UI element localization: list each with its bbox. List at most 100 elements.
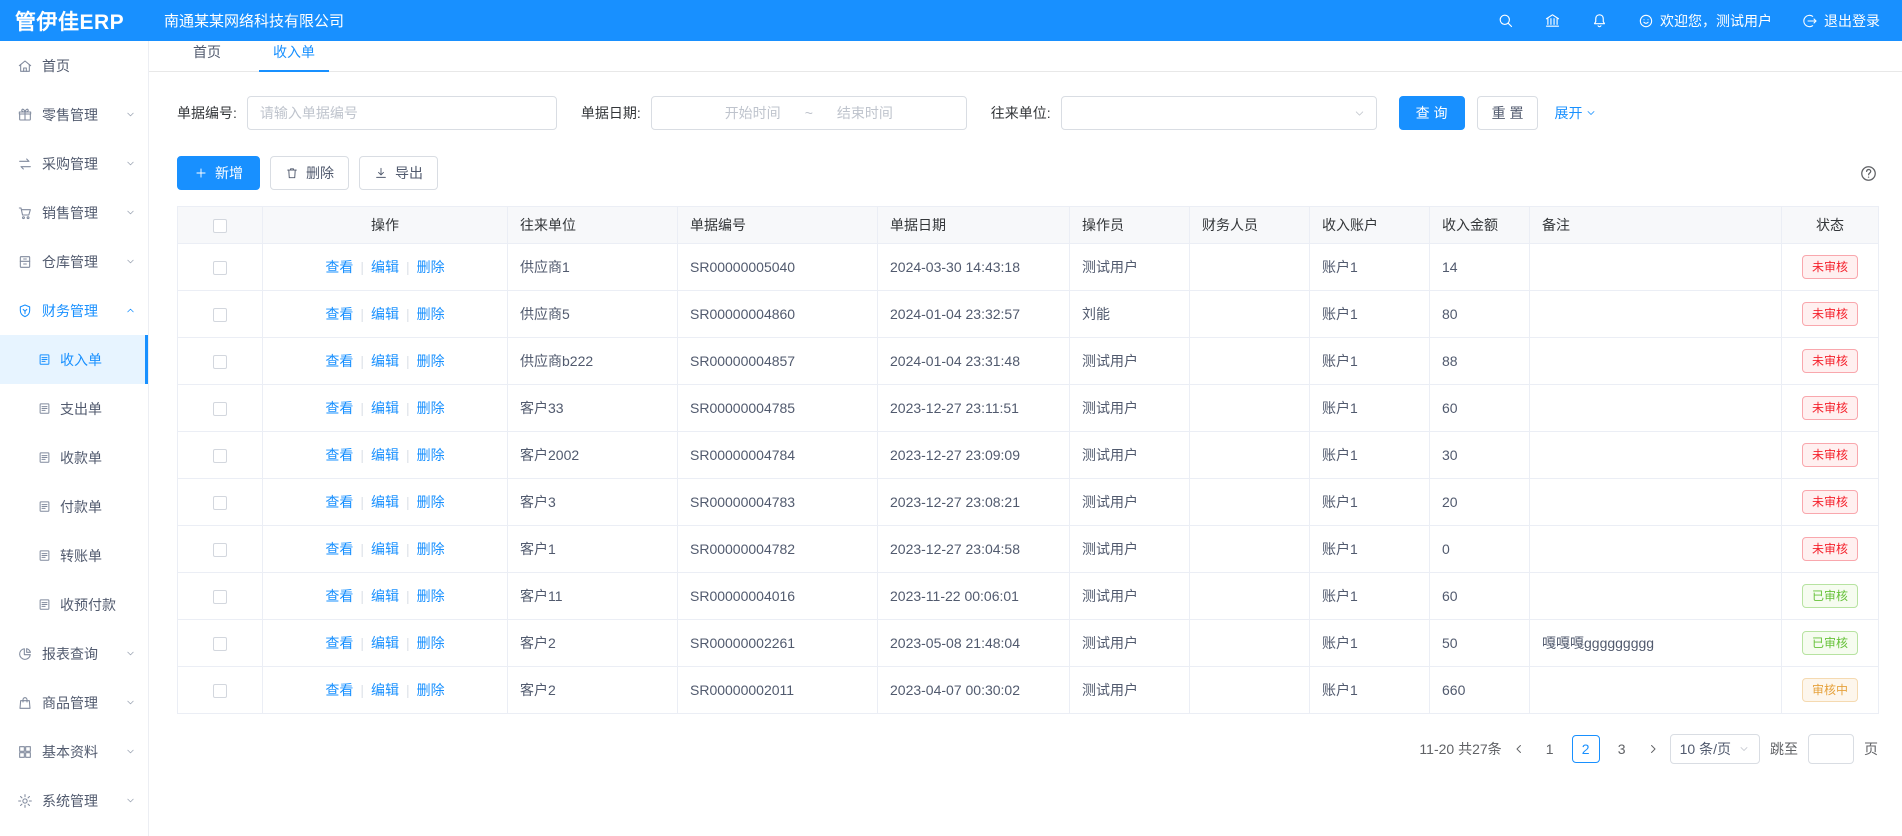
edit-link[interactable]: 编辑 bbox=[371, 259, 399, 275]
partner-select[interactable] bbox=[1061, 96, 1377, 130]
select-all-checkbox[interactable] bbox=[213, 219, 227, 233]
cell-partner: 客户33 bbox=[508, 385, 678, 432]
sidebar-item-receipt-bill[interactable]: 收款单 bbox=[0, 433, 148, 482]
chevron-right-icon[interactable] bbox=[1646, 742, 1660, 756]
sidebar-item-income-bill[interactable]: 收入单 bbox=[0, 335, 148, 384]
sidebar-item-reports[interactable]: 报表查询 bbox=[0, 629, 148, 678]
row-checkbox[interactable] bbox=[213, 355, 227, 369]
tab-income-bill[interactable]: 收入单 bbox=[259, 42, 329, 71]
sidebar-item-payment-bill[interactable]: 付款单 bbox=[0, 482, 148, 531]
cell-bill-no: SR00000004784 bbox=[678, 432, 878, 479]
edit-link[interactable]: 编辑 bbox=[371, 588, 399, 604]
bill-no-input[interactable] bbox=[247, 96, 557, 130]
user-menu[interactable]: 欢迎您，测试用户 bbox=[1638, 11, 1772, 31]
view-link[interactable]: 查看 bbox=[325, 682, 353, 698]
delete-link[interactable]: 删除 bbox=[417, 541, 445, 557]
edit-link[interactable]: 编辑 bbox=[371, 635, 399, 651]
page-button-2[interactable]: 2 bbox=[1572, 735, 1600, 763]
edit-link[interactable]: 编辑 bbox=[371, 306, 399, 322]
tab-home[interactable]: 首页 bbox=[179, 42, 235, 71]
sidebar-item-home[interactable]: 首页 bbox=[0, 41, 148, 90]
sidebar-item-purchase[interactable]: 采购管理 bbox=[0, 139, 148, 188]
edit-link[interactable]: 编辑 bbox=[371, 400, 399, 416]
view-link[interactable]: 查看 bbox=[325, 588, 353, 604]
edit-link[interactable]: 编辑 bbox=[371, 541, 399, 557]
row-checkbox[interactable] bbox=[213, 261, 227, 275]
delete-link[interactable]: 删除 bbox=[417, 682, 445, 698]
page-button-1[interactable]: 1 bbox=[1536, 735, 1564, 763]
view-link[interactable]: 查看 bbox=[325, 447, 353, 463]
cell-finance-staff bbox=[1190, 479, 1310, 526]
logout-button[interactable]: 退出登录 bbox=[1802, 11, 1880, 31]
view-link[interactable]: 查看 bbox=[325, 400, 353, 416]
row-checkbox[interactable] bbox=[213, 543, 227, 557]
bank-icon[interactable] bbox=[1544, 12, 1561, 29]
row-checkbox[interactable] bbox=[213, 684, 227, 698]
search-icon[interactable] bbox=[1497, 12, 1514, 29]
date-end-input[interactable] bbox=[819, 105, 911, 121]
jump-page-input[interactable] bbox=[1808, 734, 1854, 764]
view-link[interactable]: 查看 bbox=[325, 541, 353, 557]
view-link[interactable]: 查看 bbox=[325, 353, 353, 369]
search-button[interactable]: 查 询 bbox=[1399, 96, 1465, 130]
cell-operator: 测试用户 bbox=[1070, 479, 1190, 526]
row-checkbox[interactable] bbox=[213, 308, 227, 322]
row-checkbox[interactable] bbox=[213, 449, 227, 463]
date-separator: ~ bbox=[805, 105, 813, 121]
row-checkbox-cell bbox=[178, 479, 263, 526]
cell-remark bbox=[1530, 338, 1782, 385]
chevron-left-icon[interactable] bbox=[1512, 742, 1526, 756]
row-checkbox[interactable] bbox=[213, 590, 227, 604]
sidebar-item-advance-receipt[interactable]: 收预付款 bbox=[0, 580, 148, 629]
export-button[interactable]: 导出 bbox=[359, 156, 438, 190]
bell-icon[interactable] bbox=[1591, 12, 1608, 29]
row-checkbox[interactable] bbox=[213, 496, 227, 510]
delete-link[interactable]: 删除 bbox=[417, 635, 445, 651]
action-separator: | bbox=[360, 306, 364, 322]
sidebar-item-retail[interactable]: 零售管理 bbox=[0, 90, 148, 139]
action-separator: | bbox=[406, 400, 410, 416]
sidebar-item-system[interactable]: 系统管理 bbox=[0, 776, 148, 825]
edit-link[interactable]: 编辑 bbox=[371, 447, 399, 463]
delete-link[interactable]: 删除 bbox=[417, 353, 445, 369]
date-range-picker[interactable]: ~ bbox=[651, 96, 967, 130]
row-checkbox[interactable] bbox=[213, 402, 227, 416]
delete-link[interactable]: 删除 bbox=[417, 447, 445, 463]
cell-partner: 客户3 bbox=[508, 479, 678, 526]
sidebar-item-sales[interactable]: 销售管理 bbox=[0, 188, 148, 237]
delete-link[interactable]: 删除 bbox=[417, 259, 445, 275]
page-size-select[interactable]: 10 条/页 bbox=[1670, 734, 1760, 764]
sidebar-item-finance[interactable]: 财务管理 bbox=[0, 286, 148, 335]
expand-link[interactable]: 展开 bbox=[1554, 103, 1597, 123]
delete-link[interactable]: 删除 bbox=[417, 306, 445, 322]
plus-icon bbox=[194, 166, 208, 180]
warehouse-icon bbox=[17, 254, 33, 270]
cell-partner: 供应商5 bbox=[508, 291, 678, 338]
page-size-value: 10 条/页 bbox=[1680, 739, 1731, 759]
chevron-down-icon bbox=[125, 746, 136, 757]
delete-link[interactable]: 删除 bbox=[417, 400, 445, 416]
edit-link[interactable]: 编辑 bbox=[371, 682, 399, 698]
reset-button[interactable]: 重 置 bbox=[1477, 96, 1539, 130]
sidebar-item-expense-bill[interactable]: 支出单 bbox=[0, 384, 148, 433]
delete-button[interactable]: 删除 bbox=[270, 156, 349, 190]
sidebar-item-basic-data[interactable]: 基本资料 bbox=[0, 727, 148, 776]
sidebar-item-transfer-bill[interactable]: 转账单 bbox=[0, 531, 148, 580]
action-separator: | bbox=[406, 541, 410, 557]
status-badge: 未审核 bbox=[1802, 396, 1858, 420]
view-link[interactable]: 查看 bbox=[325, 306, 353, 322]
page-button-3[interactable]: 3 bbox=[1608, 735, 1636, 763]
edit-link[interactable]: 编辑 bbox=[371, 494, 399, 510]
edit-link[interactable]: 编辑 bbox=[371, 353, 399, 369]
sidebar-item-goods[interactable]: 商品管理 bbox=[0, 678, 148, 727]
sidebar-item-warehouse[interactable]: 仓库管理 bbox=[0, 237, 148, 286]
view-link[interactable]: 查看 bbox=[325, 635, 353, 651]
view-link[interactable]: 查看 bbox=[325, 259, 353, 275]
question-circle-icon[interactable] bbox=[1859, 164, 1878, 183]
delete-link[interactable]: 删除 bbox=[417, 588, 445, 604]
add-button[interactable]: 新增 bbox=[177, 156, 260, 190]
row-checkbox[interactable] bbox=[213, 637, 227, 651]
view-link[interactable]: 查看 bbox=[325, 494, 353, 510]
date-start-input[interactable] bbox=[707, 105, 799, 121]
delete-link[interactable]: 删除 bbox=[417, 494, 445, 510]
